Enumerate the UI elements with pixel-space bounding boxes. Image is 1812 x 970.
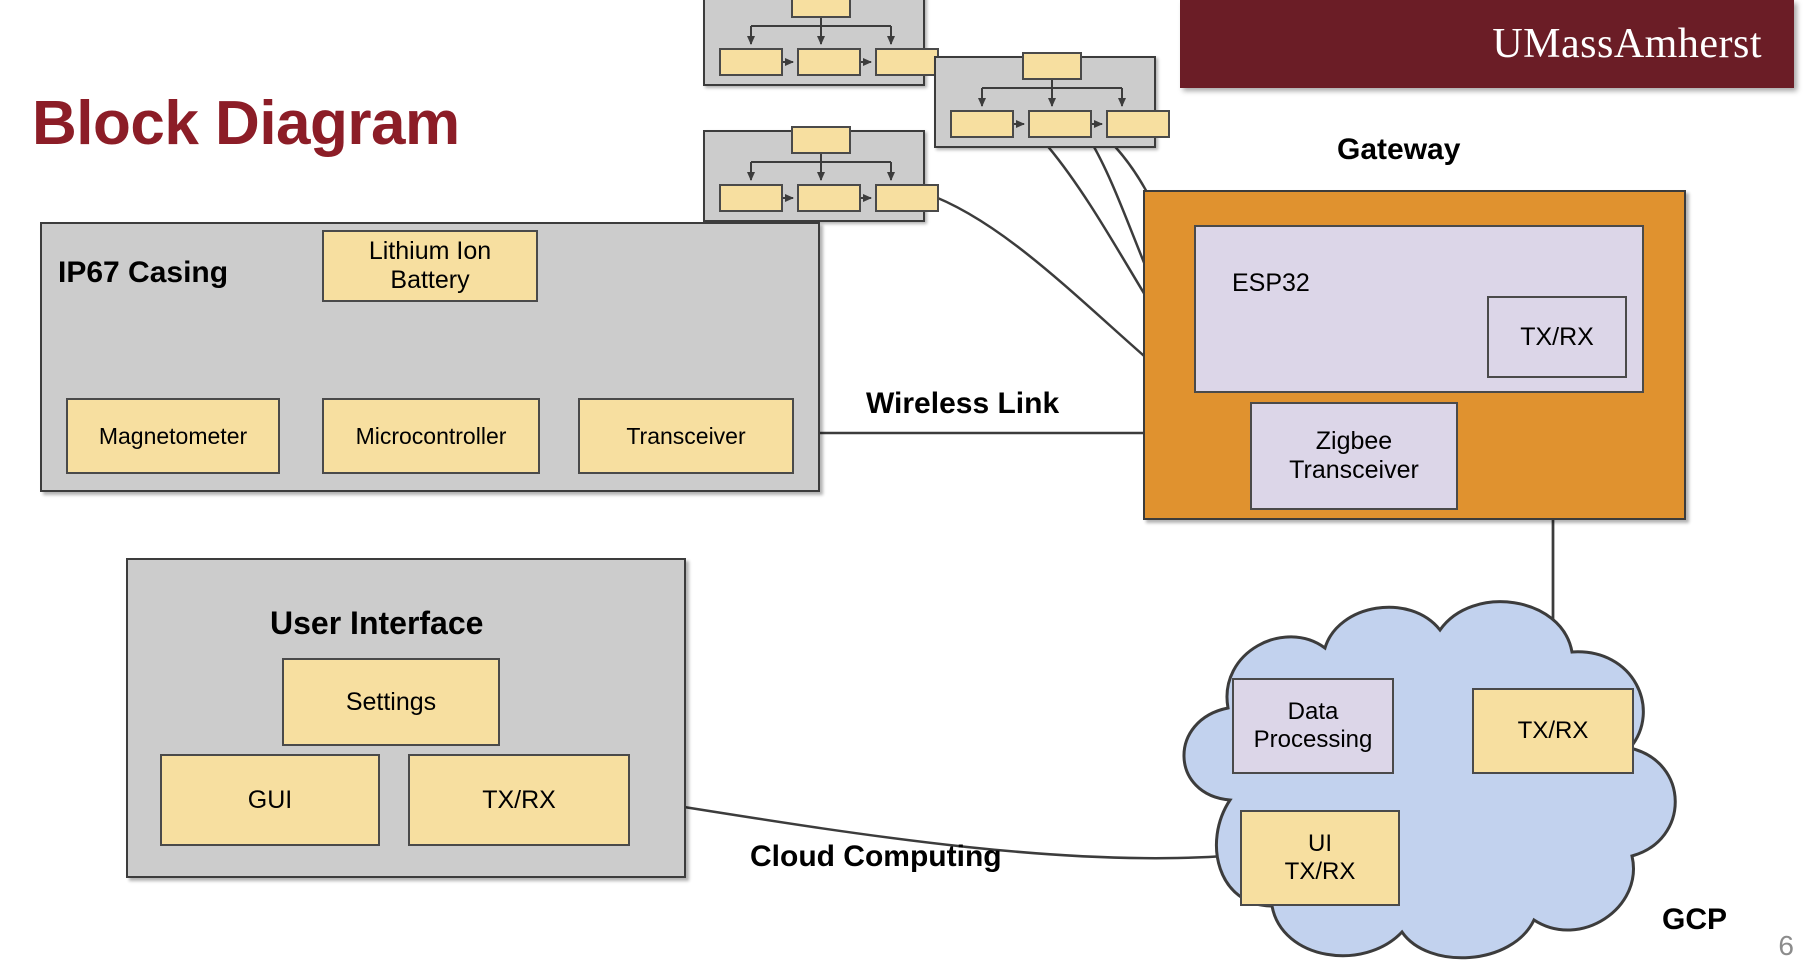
- ui-txrx-label: TX/RX: [482, 785, 556, 814]
- sensor-node-replica-1: [703, 0, 939, 86]
- settings-label: Settings: [345, 687, 437, 716]
- cloud-ui-txrx-block: UI TX/RX: [1240, 810, 1400, 906]
- sensor-node-replica-3: [934, 52, 1170, 148]
- microcontroller-block: Microcontroller: [322, 398, 540, 474]
- battery-label-line1: Lithium Ion: [368, 237, 492, 266]
- wireless-link-label: Wireless Link: [866, 387, 1060, 420]
- gateway-txrx-block: TX/RX: [1487, 296, 1627, 378]
- gui-block: GUI: [160, 754, 380, 846]
- cloud-txrx-label: TX/RX: [1517, 717, 1589, 745]
- ui-txrx-block: TX/RX: [408, 754, 630, 846]
- cloud-ui-txrx-line1: UI: [1308, 830, 1332, 858]
- umass-wordmark: UMassAmherst: [1492, 21, 1762, 67]
- lithium-ion-battery-block: Lithium Ion Battery: [322, 230, 538, 302]
- magnetometer-label: Magnetometer: [98, 422, 248, 449]
- cloud-computing-label: Cloud Computing: [750, 840, 1002, 873]
- replica-wires: [978, 80, 1126, 128]
- zigbee-transceiver-block: Zigbee Transceiver: [1250, 402, 1458, 510]
- zigbee-label-line1: Zigbee: [1315, 427, 1393, 456]
- user-interface-label: User Interface: [270, 605, 484, 641]
- data-processing-line2: Processing: [1253, 726, 1373, 753]
- microcontroller-label: Microcontroller: [355, 422, 507, 449]
- cloud-ui-txrx-line2: TX/RX: [1284, 858, 1356, 885]
- gateway-label: Gateway: [1337, 133, 1461, 166]
- zigbee-label-line2: Transceiver: [1289, 456, 1419, 484]
- esp32-label: ESP32: [1232, 269, 1310, 297]
- data-processing-line1: Data: [1287, 698, 1339, 726]
- ip67-casing-label: IP67 Casing: [58, 256, 229, 289]
- transceiver-block: Transceiver: [578, 398, 794, 474]
- page-number: 6: [1778, 930, 1794, 961]
- replica-wires: [747, 18, 895, 66]
- gcp-label: GCP: [1662, 903, 1728, 936]
- slide-canvas: UMassAmherst Block Diagram IP67 Casing L…: [0, 0, 1812, 970]
- battery-label-line2: Battery: [390, 266, 470, 294]
- replica-wires: [747, 154, 895, 202]
- transceiver-label: Transceiver: [626, 422, 746, 449]
- gui-label: GUI: [247, 785, 293, 814]
- gateway-txrx-label: TX/RX: [1520, 322, 1594, 351]
- sensor-node-replica-2: [703, 126, 939, 222]
- umass-banner: UMassAmherst: [1180, 0, 1794, 88]
- data-processing-block: Data Processing: [1232, 678, 1394, 774]
- cloud-txrx-block: TX/RX: [1472, 688, 1634, 774]
- magnetometer-block: Magnetometer: [66, 398, 280, 474]
- cloud-shape: [1182, 600, 1677, 960]
- page-title: Block Diagram: [32, 89, 460, 158]
- settings-block: Settings: [282, 658, 500, 746]
